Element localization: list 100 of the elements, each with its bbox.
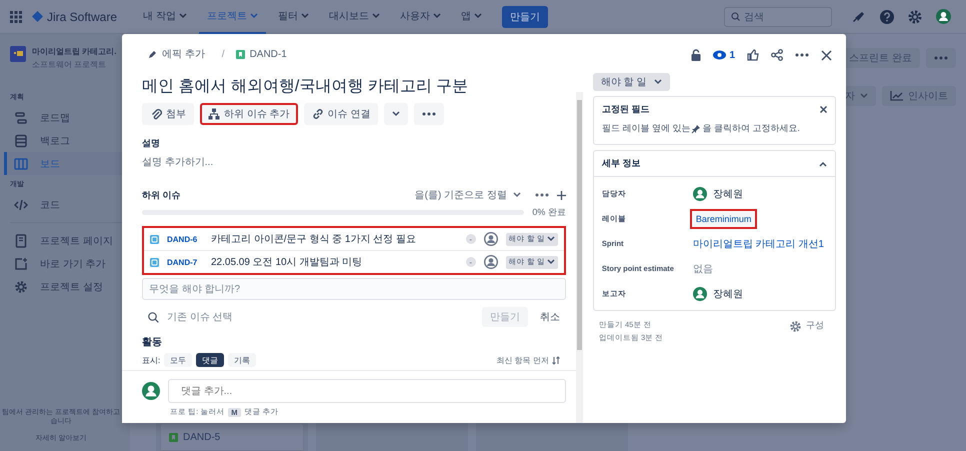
create-button[interactable]: 만들기 [502, 6, 548, 28]
cancel-button[interactable]: 취소 [534, 310, 566, 324]
show-label: 표시: [142, 354, 160, 366]
nav-menu[interactable]: 사용자 [392, 0, 449, 34]
lock-button[interactable] [691, 49, 702, 61]
field-value[interactable]: 없음 [692, 262, 713, 276]
chevron-down-icon [372, 12, 380, 18]
status-dropdown[interactable]: 해야 할 일 [592, 73, 670, 91]
chevron-down-icon [250, 12, 258, 18]
sidebar-item[interactable]: 코드 [4, 193, 124, 216]
like-button[interactable] [747, 49, 759, 61]
label-tag[interactable]: Bareminimum [692, 212, 754, 226]
search-icon [731, 12, 740, 21]
sprint-link[interactable]: 마이리얼트립 카테고리 개선1 [692, 236, 824, 250]
project-name[interactable]: 마이리얼트립 카테고리. [32, 46, 116, 57]
user-name[interactable]: 장혜원 [712, 286, 743, 300]
activity-heading: 활동 [142, 336, 163, 349]
watch-button[interactable]: 1 [713, 50, 735, 60]
hierarchy-icon [208, 108, 220, 120]
configure-button[interactable]: 구성 [784, 319, 830, 333]
sidebar-item[interactable]: 로드맵 [4, 106, 124, 129]
sidebar-item[interactable]: 프로젝트 설정 [4, 275, 124, 298]
chevron-down-icon [546, 259, 555, 265]
filter-tab[interactable]: 기록 [228, 353, 256, 367]
chevron-down-icon [546, 236, 555, 242]
issue-card[interactable]: DAND-5 [160, 423, 304, 451]
nav-menu[interactable]: 대시보드 [320, 0, 388, 34]
thumbs-up-icon [747, 49, 759, 61]
eye-icon [713, 50, 726, 60]
more-icon [422, 112, 436, 116]
project-avatar-icon [10, 46, 26, 62]
more-button[interactable] [534, 193, 549, 197]
plus-icon [556, 190, 566, 200]
collapse-button[interactable] [819, 160, 827, 166]
dropdown-button[interactable] [384, 103, 408, 125]
subtask-summary[interactable]: 22.05.09 오전 10시 개발팀과 미팅 [211, 255, 458, 269]
board-icon [14, 156, 28, 170]
subtask-key[interactable]: DAND-7 [167, 258, 203, 266]
action-button[interactable]: 첨부 [142, 103, 194, 125]
unassigned-avatar-icon [484, 232, 498, 246]
more-icon [795, 53, 809, 57]
nav-menu[interactable]: 필터 [270, 0, 317, 34]
share-button[interactable] [771, 49, 783, 61]
more-button[interactable] [795, 53, 809, 57]
chevron-down-icon [178, 12, 187, 18]
user-avatar-icon [142, 382, 160, 400]
settings-icon [14, 280, 28, 294]
subtasks-heading: 하위 이슈 [142, 188, 182, 202]
paperclip-icon [150, 108, 162, 120]
close-button[interactable] [820, 106, 827, 113]
close-icon [821, 50, 832, 60]
action-button[interactable]: 이슈 연결 [304, 103, 378, 125]
nav-menu[interactable]: 내 작업 [135, 0, 195, 34]
user-name[interactable]: 장혜원 [712, 186, 743, 200]
search-icon [148, 312, 159, 322]
filter-tab[interactable]: 모두 [164, 353, 192, 367]
pinned-hint: 을 클릭하여 고정하세요. [702, 122, 800, 135]
sidebar-item[interactable]: 바로 가기 추가 [4, 252, 124, 275]
new-subtask-field[interactable]: 무엇을 해야 합니까? [142, 278, 566, 300]
product-logo[interactable]: Jira Software [32, 10, 118, 24]
subtask-summary[interactable]: 카테고리 아이콘/문구 형식 중 1가지 선정 필요 [211, 232, 458, 246]
issue-title[interactable]: 메인 홈에서 해외여행/국내여행 카테고리 구분 [142, 76, 566, 97]
chevron-down-icon [474, 12, 482, 18]
more-button[interactable] [414, 103, 444, 125]
subtask-key[interactable]: DAND-6 [167, 234, 203, 244]
breadcrumb-separator: / [222, 48, 225, 60]
chart-icon [890, 91, 903, 101]
scrollbar[interactable] [576, 92, 583, 423]
lock-icon [691, 49, 702, 61]
issue-key-link[interactable]: DAND-1 [250, 48, 287, 60]
sort-button[interactable]: 최신 항목 먼저 [490, 354, 566, 366]
add-epic-link[interactable]: 에픽 추가 [148, 46, 205, 62]
comment-field[interactable]: 댓글 추가... [168, 379, 566, 403]
story-icon [236, 50, 245, 58]
link-icon [312, 108, 324, 120]
share-icon [771, 49, 783, 61]
priority-badge: - [466, 234, 476, 244]
description-placeholder[interactable]: 설명 추가하기... [142, 155, 566, 169]
add-button[interactable] [556, 190, 566, 200]
app-grid-icon [10, 10, 22, 22]
settings-icon [908, 10, 922, 24]
close-button[interactable] [821, 50, 832, 60]
nav-menu[interactable]: 앱 [452, 0, 490, 34]
description-label: 설명 [142, 137, 161, 150]
user-avatar-icon [692, 286, 707, 300]
sidebar-item[interactable]: 프로젝트 페이지 [4, 229, 124, 252]
chevron-down-icon [432, 12, 441, 18]
filter-tab[interactable]: 댓글 [196, 353, 224, 367]
action-button[interactable]: 하위 이슈 추가 [200, 103, 298, 125]
sort-dropdown[interactable]: 을(를) 기준으로 정렬 [408, 187, 527, 203]
chevron-down-icon [392, 111, 400, 117]
subtask-icon [150, 234, 159, 244]
chevron-down-icon [860, 93, 868, 99]
more-icon [934, 56, 948, 60]
existing-issue-field[interactable]: 기존 이슈 선택 [165, 310, 476, 324]
sidebar-item[interactable]: 백로그 [4, 129, 124, 152]
story-icon [169, 432, 178, 442]
add-page-icon [14, 256, 28, 270]
more-icon [534, 193, 549, 197]
roadmap-icon [14, 110, 28, 124]
